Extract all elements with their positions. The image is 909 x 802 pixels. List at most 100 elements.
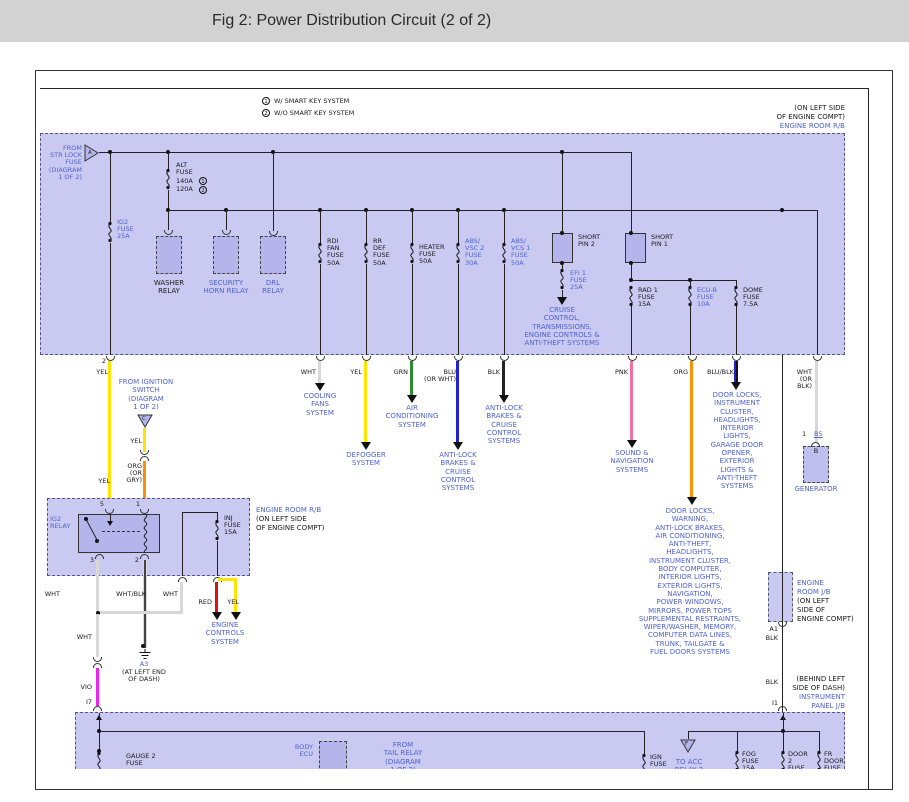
defogger-destination: DEFOGGER SYSTEM bbox=[340, 451, 392, 468]
acc-drop bbox=[688, 731, 689, 739]
wire-color-label: GRN bbox=[386, 369, 408, 376]
inj-top-line bbox=[182, 512, 217, 513]
efi1-destination: CRUISE CONTROL, TRANSMISSIONS, ENGINE CO… bbox=[522, 306, 602, 347]
short-pin1-label: SHORT PIN 1 bbox=[651, 234, 681, 248]
arrow-down-icon bbox=[212, 612, 222, 620]
wire-red-engine bbox=[215, 582, 218, 612]
sound-nav-destination: SOUND & NAVIGATION SYSTEMS bbox=[606, 449, 658, 474]
arrow-down-icon bbox=[231, 612, 241, 620]
relay-block-name: ENGINE ROOM R/B bbox=[256, 506, 321, 514]
rr-def-out bbox=[366, 264, 367, 355]
wire-org-systems bbox=[690, 361, 693, 497]
arrow-down-icon bbox=[731, 382, 741, 390]
fuse-icon bbox=[640, 753, 648, 769]
door2-drop bbox=[783, 731, 784, 751]
wire-yel-ig2 bbox=[108, 361, 111, 509]
to-acc-relay-label: TO ACC RELAY 2 bbox=[671, 758, 707, 769]
wire-color-label: YEL bbox=[88, 369, 108, 376]
wire-color-label: YEL bbox=[90, 478, 110, 485]
page-title: Fig 2: Power Distribution Circuit (2 of … bbox=[212, 11, 491, 31]
wire-whtblk-pin2 bbox=[143, 560, 147, 648]
relay-coil-icon bbox=[141, 514, 150, 553]
arrow-down-icon bbox=[687, 497, 697, 505]
generator-branch-line bbox=[817, 210, 818, 355]
wire-pnk-sound bbox=[630, 361, 633, 440]
wire-wht-down bbox=[96, 614, 99, 657]
ecub-fuse-label: ECU-B FUSE 10A bbox=[697, 287, 723, 309]
arrow-down-icon bbox=[407, 395, 417, 403]
connector-b-label: B bbox=[811, 448, 821, 455]
generator-label: GENERATOR bbox=[786, 485, 846, 493]
abs-cruise-destination: ANTI-LOCK BRAKES & CRUISE CONTROL SYSTEM… bbox=[432, 451, 484, 492]
short-pin1-box bbox=[625, 233, 646, 263]
alt-feed-line bbox=[168, 152, 169, 169]
generator-ref-link[interactable]: B5 bbox=[814, 431, 828, 438]
arrow-down-icon bbox=[627, 440, 637, 448]
washer-relay-box bbox=[156, 236, 182, 274]
connector-c-label: C bbox=[142, 416, 146, 422]
body-ecu-box bbox=[319, 741, 347, 769]
blublk-systems-destination: DOOR LOCKS, INSTRUMENT CLUSTER, HEADLIGH… bbox=[706, 391, 768, 491]
fuse-icon bbox=[454, 242, 462, 264]
generator-pin-label: 1 bbox=[802, 431, 812, 438]
fuse-icon bbox=[408, 242, 416, 264]
fuse-icon bbox=[686, 285, 694, 307]
wire-blk-jb bbox=[782, 355, 783, 712]
arrow-down-icon bbox=[453, 442, 463, 450]
washer-relay-feed bbox=[168, 210, 169, 230]
dome-out bbox=[736, 306, 737, 355]
engine-room-jb-name: ENGINE ROOM J/B bbox=[797, 579, 830, 596]
security-horn-relay-label: SECURITY HORN RELAY bbox=[200, 279, 252, 296]
efi1-fuse-label: EFI 1 FUSE 25A bbox=[570, 270, 594, 292]
heater-out bbox=[412, 264, 413, 355]
ground-icon bbox=[138, 649, 152, 660]
i7-inner-line bbox=[99, 713, 100, 753]
short-pin2-label: SHORT PIN 2 bbox=[578, 234, 608, 248]
fuse-icon bbox=[500, 242, 508, 264]
fuse-icon bbox=[106, 221, 114, 243]
wire-vio-i7 bbox=[96, 668, 99, 706]
heater-fuse-label: HEATER FUSE 50A bbox=[419, 244, 449, 266]
relay-actuator-link bbox=[102, 531, 140, 532]
ac-destination: AIR CONDITIONING SYSTEM bbox=[384, 404, 440, 429]
relay-contact-arrow bbox=[107, 521, 113, 526]
engine-room-rb-location: (ON LEFT SIDE OF ENGINE COMPT) bbox=[777, 104, 845, 121]
fuse-icon bbox=[558, 268, 566, 290]
alt-marker-2: 2 bbox=[199, 186, 207, 194]
wire-color-label: WHT bbox=[158, 591, 178, 598]
pin-arc bbox=[95, 554, 104, 559]
arrow-down-icon bbox=[361, 442, 371, 450]
wire-color-label: WHT bbox=[40, 591, 60, 598]
fuse-icon bbox=[627, 285, 635, 307]
abs-vsc2-out bbox=[458, 264, 459, 355]
drl-relay-box bbox=[260, 236, 286, 274]
bus1-line bbox=[99, 152, 631, 153]
rad1-out bbox=[631, 306, 632, 355]
ig2-relay-label: IG2 RELAY bbox=[50, 516, 78, 530]
abs-vcs1-out bbox=[504, 264, 505, 355]
wire-color-label: WHT bbox=[72, 634, 92, 641]
instrument-panel-location: (BEHIND LEFT SIDE OF DASH) bbox=[775, 675, 845, 693]
wire-wht-inj-left bbox=[180, 582, 183, 613]
legend-without-smart-key: W/O SMART KEY SYSTEM bbox=[274, 110, 394, 117]
body-ecu-label: BODY ECU bbox=[271, 744, 313, 758]
instrument-panel-jb-box: GAUGE 2 FUSE BODY ECU FROM TAIL RELAY (D… bbox=[75, 712, 845, 769]
junction-dot bbox=[141, 644, 145, 648]
cooling-fans-destination: COOLING FANS SYSTEM bbox=[294, 392, 346, 417]
wire-color-label: WHT/BLK bbox=[106, 591, 146, 598]
ground-location-label: (AT LEFT END OF DASH) bbox=[114, 669, 174, 683]
inj-fuse-label: INJ FUSE 15A bbox=[224, 515, 248, 537]
pin-i7-label: I7 bbox=[78, 699, 92, 706]
from-ignition-label: FROM IGNITION SWITCH (DIAGRAM 1 OF 2) bbox=[114, 378, 178, 411]
rdi-fan-out bbox=[320, 264, 321, 355]
wire-blu-abs bbox=[456, 361, 459, 442]
junction-dot bbox=[560, 231, 564, 235]
bus2-line bbox=[168, 210, 817, 211]
drl-relay-label: DRL RELAY bbox=[248, 279, 298, 296]
washer-relay-label: WASHER RELAY bbox=[144, 279, 194, 296]
abs-vcs1-feed bbox=[504, 210, 505, 243]
fr-door-drop bbox=[819, 731, 820, 751]
wire-blublk-systems bbox=[734, 361, 738, 382]
wire-color-label: WHT (OR BLK) bbox=[788, 369, 812, 391]
relay-pin1-label: 1 bbox=[128, 501, 140, 508]
